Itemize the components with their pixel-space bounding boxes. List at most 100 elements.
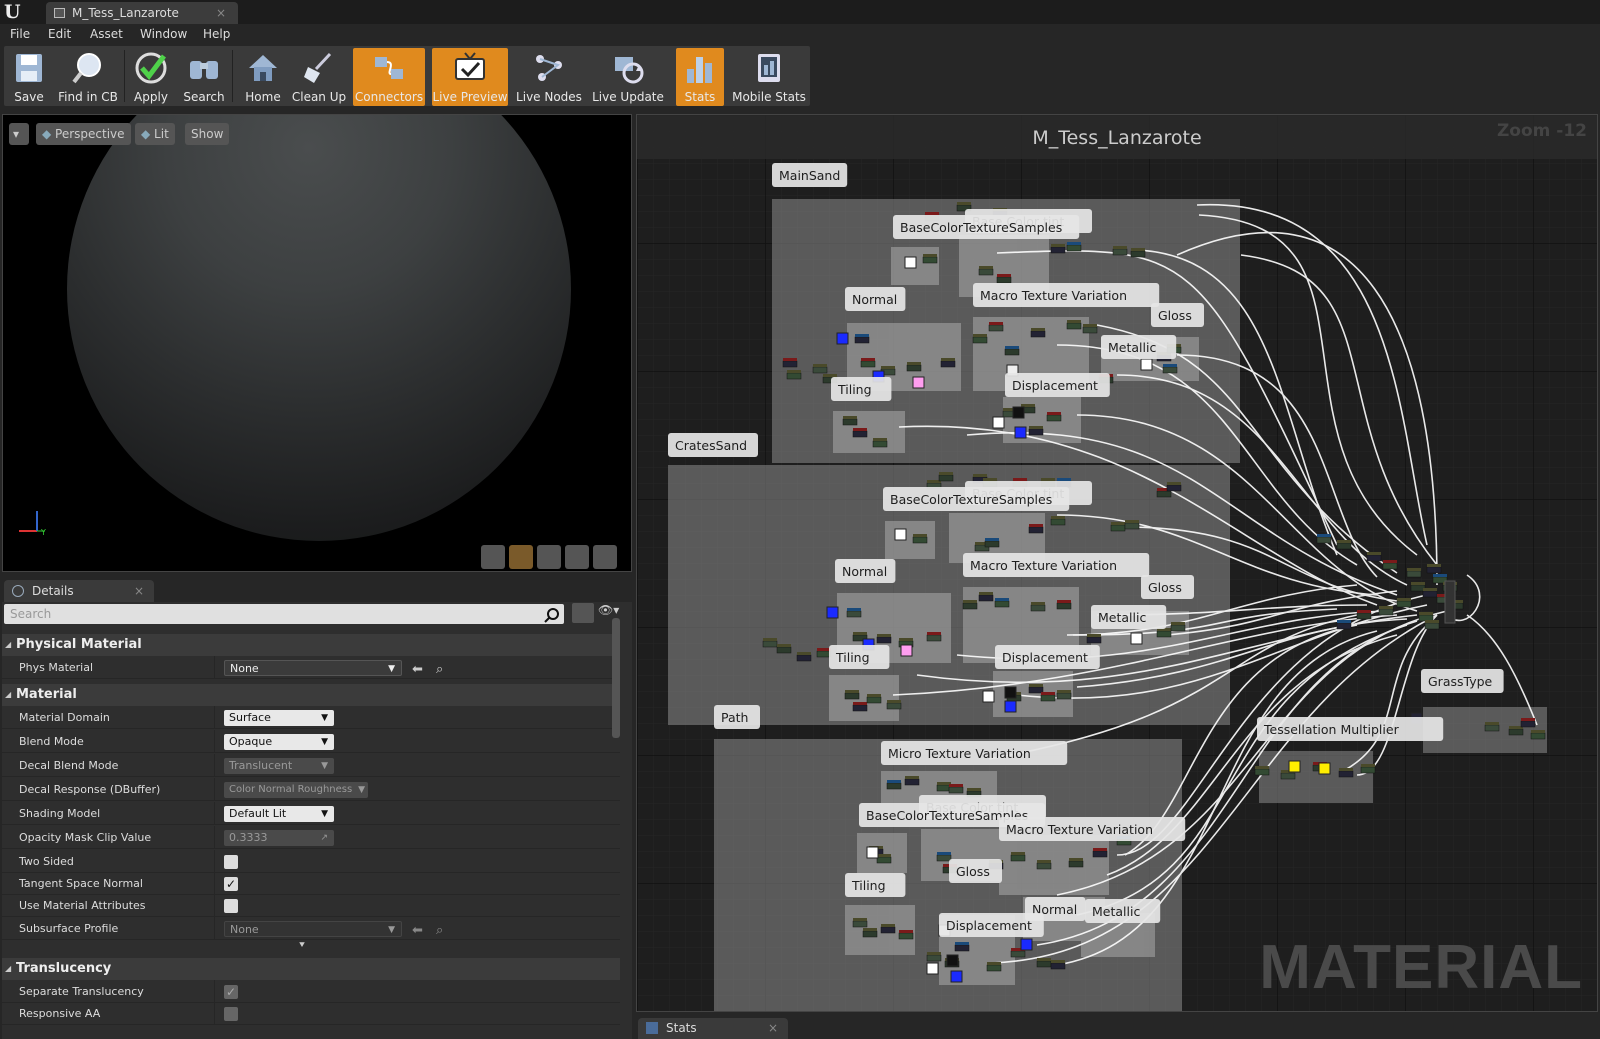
subsurface-profile-picker[interactable]: None ▼ (224, 921, 402, 937)
material-node[interactable] (1056, 692, 1072, 700)
expand-advanced-icon[interactable]: ⯆ (298, 940, 306, 951)
material-node[interactable] (782, 360, 798, 368)
material-node[interactable] (898, 932, 914, 940)
material-node[interactable] (926, 634, 942, 642)
material-node[interactable] (886, 782, 902, 790)
lit-button[interactable]: ◆ Lit (135, 123, 175, 145)
viewport-options-dropdown[interactable]: ▾ (9, 123, 29, 145)
material-node[interactable] (1036, 862, 1052, 870)
material-node[interactable] (860, 360, 876, 368)
material-node[interactable] (862, 930, 878, 938)
comment-box-tessellation[interactable] (1259, 751, 1373, 803)
separate-translucency-checkbox[interactable]: ✓ (224, 985, 238, 999)
cube-preview-icon[interactable] (565, 545, 589, 569)
material-node[interactable] (880, 926, 896, 934)
material-node[interactable] (1166, 484, 1182, 492)
grid-view-icon[interactable] (572, 603, 594, 623)
material-node[interactable] (962, 602, 978, 610)
material-node[interactable] (906, 364, 922, 372)
material-node[interactable] (978, 268, 994, 276)
comment-header[interactable]: Macro Texture Variation (973, 283, 1160, 307)
material-node[interactable] (846, 610, 862, 618)
show-button[interactable]: Show (185, 123, 230, 145)
live-nodes-button[interactable]: Live Nodes (514, 48, 584, 106)
node-preview-swatch[interactable] (1012, 406, 1025, 419)
node-preview-swatch[interactable] (900, 644, 913, 657)
material-node[interactable] (1030, 330, 1046, 338)
material-node[interactable] (1530, 732, 1546, 740)
material-node[interactable] (852, 704, 868, 712)
material-node[interactable] (1520, 720, 1536, 728)
clean-up-button[interactable]: Clean Up (290, 48, 348, 106)
material-node[interactable] (1396, 600, 1412, 608)
material-node[interactable] (1004, 348, 1020, 356)
material-node[interactable] (1046, 414, 1062, 422)
tab-stats[interactable]: Stats × (638, 1018, 788, 1039)
material-node[interactable] (954, 944, 970, 952)
comment-header[interactable]: Path (714, 705, 760, 729)
material-node[interactable] (1360, 766, 1376, 774)
category-physical-material[interactable]: Physical Material (2, 634, 620, 656)
material-node[interactable] (984, 540, 1000, 548)
material-node[interactable] (1366, 554, 1382, 562)
material-node[interactable] (1010, 854, 1026, 862)
browse-search-icon[interactable]: ⌕ (436, 658, 443, 681)
material-node[interactable] (1066, 322, 1082, 330)
material-node[interactable] (1170, 624, 1186, 632)
comment-header[interactable]: Gloss (949, 859, 1002, 883)
material-node[interactable] (1356, 612, 1372, 620)
comment-header[interactable]: Micro Texture Variation (881, 741, 1068, 765)
node-preview-swatch[interactable] (866, 846, 879, 859)
eye-visibility-icon[interactable]: 👁▾ (598, 603, 619, 617)
material-node[interactable] (1110, 524, 1126, 532)
apply-button[interactable]: Apply (128, 48, 174, 106)
material-node[interactable] (938, 474, 954, 482)
material-node[interactable] (886, 702, 902, 710)
material-node[interactable] (816, 650, 832, 658)
opacity-mask-clip-input[interactable]: 0.3333 ↗ (224, 830, 334, 846)
material-node[interactable] (1066, 244, 1082, 252)
material-node[interactable] (1056, 602, 1072, 610)
node-preview-swatch[interactable] (1130, 632, 1143, 645)
use-material-attributes-checkbox[interactable] (224, 899, 238, 913)
material-node[interactable] (994, 600, 1010, 608)
material-node[interactable] (1254, 768, 1270, 776)
material-node[interactable] (1130, 250, 1146, 258)
material-node[interactable] (1028, 428, 1044, 436)
material-node[interactable] (786, 372, 802, 380)
material-node[interactable] (852, 920, 868, 928)
live-preview-button[interactable]: Live Preview (432, 48, 508, 106)
home-button[interactable]: Home (238, 48, 288, 106)
comment-header[interactable]: Metallic (1101, 335, 1177, 359)
comment-header[interactable]: Gloss (1141, 575, 1194, 599)
material-node[interactable] (1336, 622, 1352, 630)
material-node[interactable] (866, 696, 882, 704)
responsive-aa-checkbox[interactable] (224, 1007, 238, 1021)
comment-header[interactable]: Normal (845, 287, 906, 311)
material-node[interactable] (762, 640, 778, 648)
menu-help[interactable]: Help (203, 27, 230, 41)
material-node[interactable] (1162, 366, 1178, 374)
material-node[interactable] (1050, 246, 1066, 254)
plane-preview-icon[interactable] (537, 545, 561, 569)
tab-material-editor[interactable]: M_Tess_Lanzarote × (46, 2, 238, 24)
material-node[interactable] (1422, 590, 1438, 598)
node-preview-swatch[interactable] (982, 690, 995, 703)
material-node[interactable] (1010, 950, 1026, 958)
node-preview-swatch[interactable] (926, 962, 939, 975)
perspective-button[interactable]: ◆ Perspective (36, 123, 131, 145)
material-node[interactable] (876, 856, 892, 864)
comment-header[interactable]: Macro Texture Variation (963, 553, 1150, 577)
phys-material-picker[interactable]: None ▼ (224, 660, 402, 676)
material-node[interactable] (912, 536, 928, 544)
material-node[interactable] (1316, 536, 1332, 544)
material-node[interactable] (904, 778, 920, 786)
material-node[interactable] (1156, 490, 1172, 498)
search-icon[interactable] (544, 607, 560, 623)
material-node[interactable] (1086, 636, 1102, 644)
material-node[interactable] (1410, 584, 1426, 592)
material-node[interactable] (926, 954, 942, 962)
material-node[interactable] (776, 646, 792, 654)
material-node[interactable] (1280, 772, 1296, 780)
node-preview-swatch[interactable] (992, 416, 1005, 429)
